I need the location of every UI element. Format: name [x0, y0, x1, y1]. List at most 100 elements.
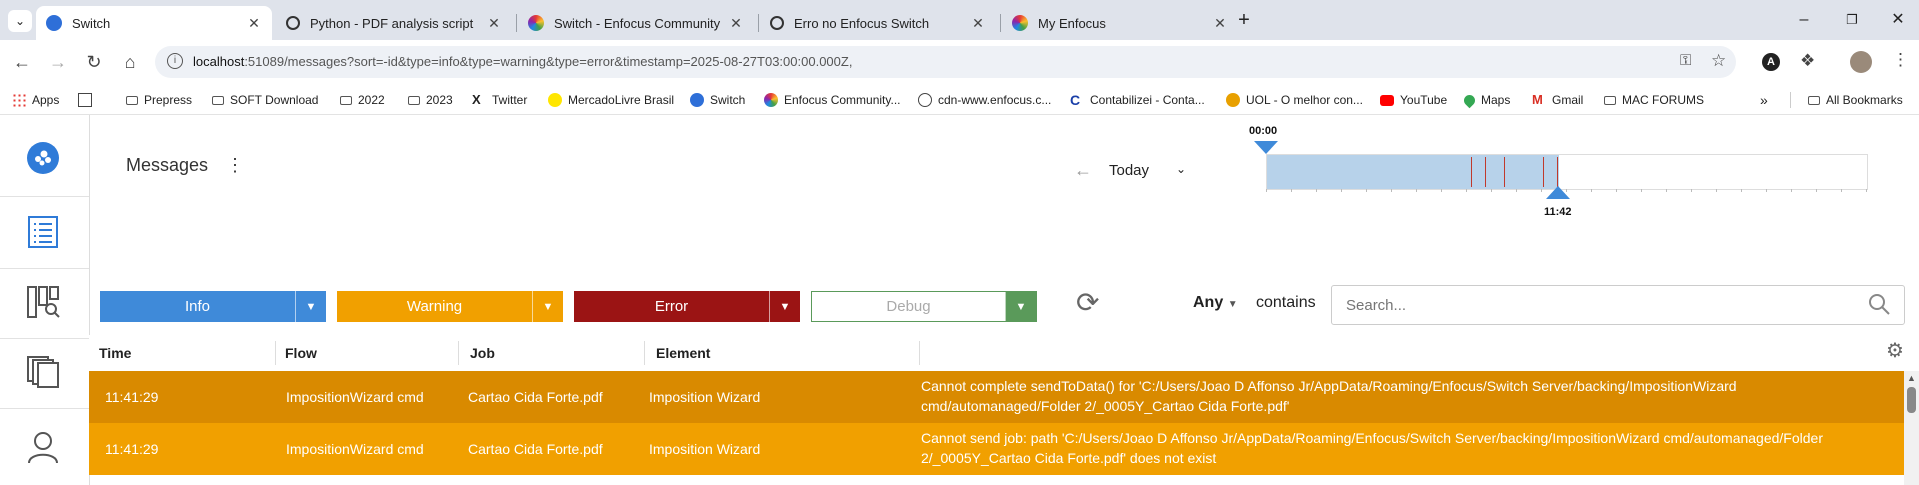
- search-input[interactable]: [1331, 285, 1905, 325]
- bookmark-2022[interactable]: 2022: [340, 90, 385, 110]
- more-options-icon[interactable]: ⋮: [226, 155, 244, 176]
- column-divider[interactable]: [458, 341, 459, 365]
- bookmark-mercadolivre[interactable]: MercadoLivre Brasil: [548, 90, 674, 110]
- forward-icon[interactable]: →: [46, 50, 70, 74]
- column-divider[interactable]: [919, 341, 920, 365]
- column-divider[interactable]: [275, 341, 276, 365]
- chevron-down-icon[interactable]: ▼: [769, 291, 800, 322]
- address-bar[interactable]: i localhost:51089/messages?sort=-id&type…: [155, 46, 1736, 78]
- debug-filter-button[interactable]: Debug ▼: [811, 291, 1037, 322]
- new-tab-button[interactable]: +: [1232, 8, 1256, 32]
- bookmark-cdn-enfocus[interactable]: cdn-www.enfocus.c...: [918, 90, 1051, 110]
- refresh-icon[interactable]: ⟳: [1076, 286, 1099, 319]
- timeline-error-marker: [1543, 157, 1544, 187]
- bookmark-label: All Bookmarks: [1826, 93, 1903, 107]
- row-element: Imposition Wizard: [649, 389, 761, 405]
- column-job[interactable]: Job: [470, 345, 495, 361]
- bookmark-enfocus-community[interactable]: Enfocus Community...: [764, 90, 900, 110]
- tab-groups-icon[interactable]: [78, 90, 98, 110]
- extension-a-icon[interactable]: A: [1762, 53, 1780, 71]
- scrollbar-thumb[interactable]: [1907, 387, 1916, 413]
- tab-switch[interactable]: Switch ✕: [36, 6, 272, 40]
- bookmark-uol[interactable]: UOL - O melhor con...: [1226, 90, 1363, 110]
- close-icon[interactable]: ✕: [968, 15, 988, 32]
- tab-title: Python - PDF analysis script: [310, 15, 474, 31]
- bookmark-switch[interactable]: Switch: [690, 90, 745, 110]
- chatgpt-favicon-icon: [286, 16, 300, 30]
- minimize-icon[interactable]: –: [1784, 8, 1824, 32]
- switch-logo-icon[interactable]: [26, 141, 60, 175]
- chevron-down-icon[interactable]: ▼: [532, 291, 563, 322]
- chevron-down-icon[interactable]: ▼: [1005, 292, 1036, 321]
- extensions-puzzle-icon[interactable]: ❖: [1800, 51, 1815, 71]
- profile-avatar[interactable]: [1850, 51, 1872, 73]
- bookmark-apps[interactable]: Apps: [12, 90, 59, 110]
- close-icon[interactable]: ✕: [1210, 15, 1230, 32]
- timeline-tick: [1366, 189, 1367, 192]
- stacked-pages-icon[interactable]: [26, 355, 60, 389]
- bookmark-prepress[interactable]: Prepress: [126, 90, 192, 110]
- column-flow[interactable]: Flow: [285, 345, 317, 361]
- bookmark-star-icon[interactable]: ☆: [1711, 51, 1726, 71]
- restore-icon[interactable]: ❐: [1832, 8, 1872, 32]
- bookmark-contabilizei[interactable]: C Contabilizei - Conta...: [1070, 90, 1205, 110]
- table-row[interactable]: 11:41:29 ImpositionWizard cmd Cartao Cid…: [89, 371, 1904, 423]
- switch-favicon-icon: [46, 15, 62, 31]
- close-icon[interactable]: ✕: [726, 15, 746, 32]
- column-divider[interactable]: [644, 341, 645, 365]
- search-icon[interactable]: [1868, 293, 1890, 321]
- table-scrollbar[interactable]: ▲: [1904, 371, 1919, 485]
- close-window-icon[interactable]: ✕: [1878, 8, 1918, 32]
- scroll-up-icon[interactable]: ▲: [1907, 373, 1916, 383]
- bookmark-mac-forums[interactable]: MAC FORUMS: [1604, 90, 1704, 110]
- bookmark-2023[interactable]: 2023: [408, 90, 453, 110]
- user-account-icon[interactable]: [26, 430, 60, 464]
- browser-menu-icon[interactable]: ⋮: [1892, 50, 1909, 70]
- site-info-icon[interactable]: i: [167, 53, 183, 69]
- timeline-selected-range: [1267, 155, 1560, 189]
- bookmark-label: Gmail: [1552, 93, 1584, 107]
- error-filter-button[interactable]: Error ▼: [574, 291, 800, 322]
- job-search-icon[interactable]: [26, 285, 60, 319]
- reload-icon[interactable]: ↻: [82, 50, 106, 74]
- timeline-tick: [1466, 189, 1467, 192]
- match-select[interactable]: Any ▼: [1193, 294, 1238, 312]
- all-bookmarks[interactable]: All Bookmarks: [1808, 90, 1903, 110]
- bookmark-soft-download[interactable]: SOFT Download: [212, 90, 318, 110]
- bookmark-label: 2022: [358, 93, 385, 107]
- tab-python[interactable]: Python - PDF analysis script ✕: [276, 6, 512, 40]
- gear-icon[interactable]: ⚙: [1886, 338, 1904, 363]
- tab-erro[interactable]: Erro no Enfocus Switch ✕: [760, 6, 996, 40]
- column-element[interactable]: Element: [656, 345, 710, 361]
- bookmarks-bar: Apps Prepress SOFT Download 2022 2023 XT…: [0, 86, 1919, 115]
- timeline-tick: [1266, 189, 1267, 192]
- more-bookmarks-icon[interactable]: »: [1760, 90, 1768, 110]
- timeline-start-handle-icon[interactable]: [1254, 141, 1278, 155]
- home-icon[interactable]: ⌂: [118, 50, 142, 74]
- close-icon[interactable]: ✕: [484, 15, 504, 32]
- back-icon[interactable]: ←: [10, 50, 34, 74]
- bookmark-twitter[interactable]: X Twitter: [472, 90, 527, 110]
- contains-label: contains: [1256, 294, 1316, 311]
- tab-my-enfocus[interactable]: My Enfocus ✕: [1002, 6, 1238, 40]
- tab-search-button[interactable]: ⌄: [8, 10, 32, 32]
- info-filter-button[interactable]: Info ▼: [100, 291, 326, 322]
- tab-title: Switch - Enfocus Community: [554, 15, 721, 31]
- table-row[interactable]: 11:41:29 ImpositionWizard cmd Cartao Cid…: [89, 423, 1904, 475]
- previous-period-icon[interactable]: ←: [1074, 160, 1092, 181]
- chevron-down-icon[interactable]: ⌄: [1176, 162, 1186, 176]
- tab-enfocus-community[interactable]: Switch - Enfocus Community ✕: [518, 6, 754, 40]
- folder-icon: [340, 95, 352, 105]
- bookmark-maps[interactable]: Maps: [1461, 90, 1510, 110]
- warning-filter-button[interactable]: Warning ▼: [337, 291, 563, 322]
- timeline-bar[interactable]: [1266, 154, 1868, 190]
- messages-list-icon[interactable]: [26, 215, 60, 249]
- bookmark-youtube[interactable]: YouTube: [1380, 90, 1447, 110]
- bookmark-gmail[interactable]: M Gmail: [1532, 90, 1583, 110]
- column-time[interactable]: Time: [99, 345, 131, 361]
- chevron-down-icon[interactable]: ▼: [295, 291, 326, 322]
- password-key-icon[interactable]: ⚿: [1680, 52, 1691, 69]
- timeline-tick: [1641, 189, 1642, 192]
- period-select[interactable]: Today: [1109, 162, 1149, 179]
- close-icon[interactable]: ✕: [244, 15, 264, 32]
